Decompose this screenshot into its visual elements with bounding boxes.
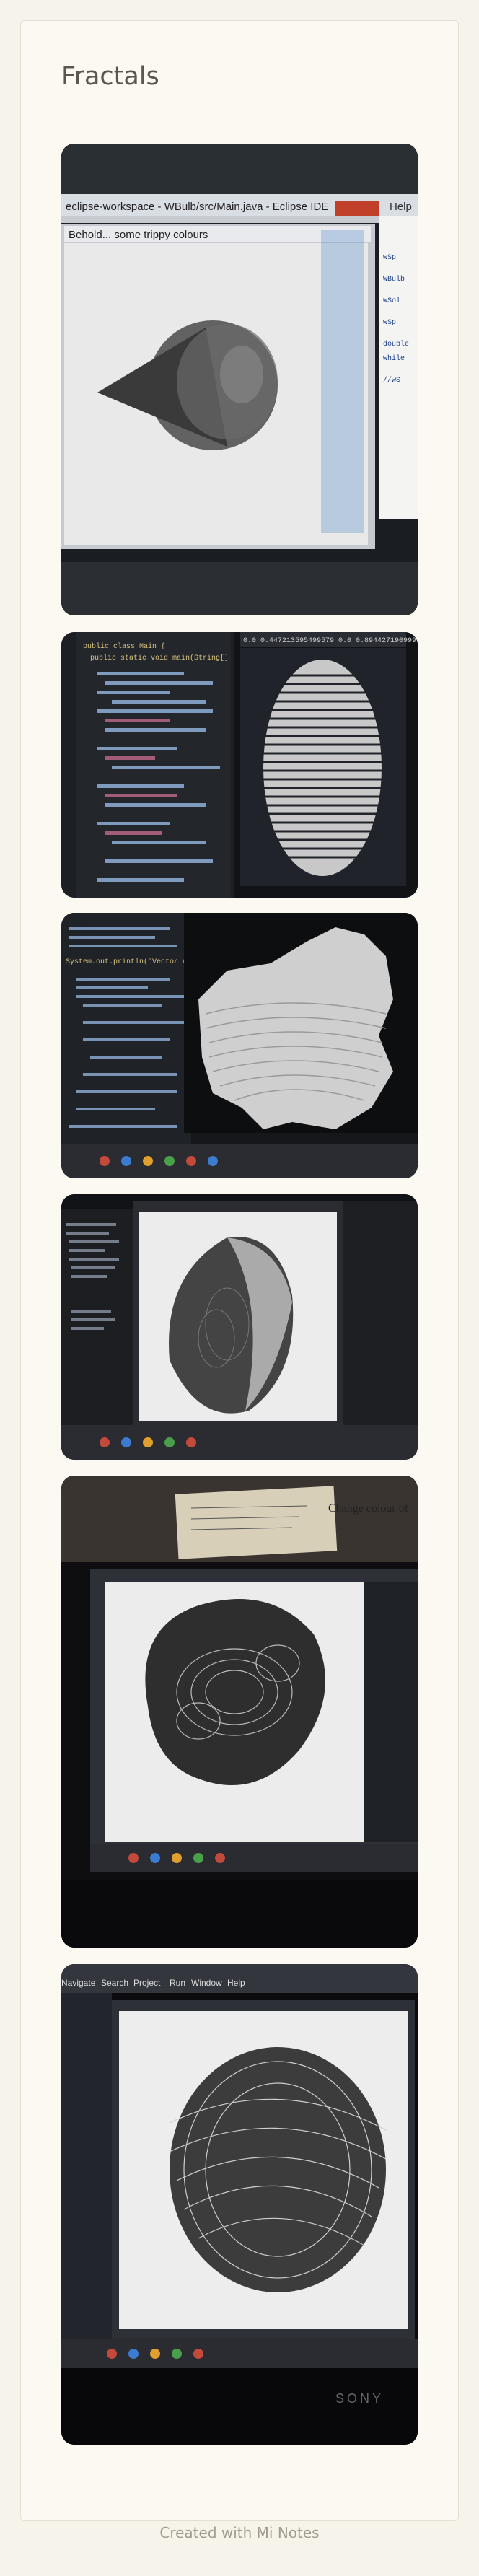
footer-text: Created with Mi Notes <box>159 2524 320 2541</box>
code-line-5: wSp <box>383 254 396 262</box>
class-decl: public class Main { <box>83 642 165 651</box>
code-line-4: while <box>383 354 405 363</box>
menu-navigate: Navigate <box>61 1978 96 1988</box>
photo-organic-shape[interactable]: Change colour of <box>61 1476 418 1948</box>
photo-faceted-shape[interactable] <box>61 1194 418 1460</box>
main-decl: public static void main(String[] <box>90 654 229 662</box>
code-line-6: wSp <box>383 319 396 327</box>
code-line-1: WBulb <box>383 275 405 284</box>
note-title[interactable]: Fractals <box>61 62 159 91</box>
menu-project: Project <box>133 1978 161 1988</box>
photo-organic-shape-image: Change colour of <box>61 1476 418 1948</box>
photo-spherical-shell-image: Navigate Search Project Run Window Help <box>61 1964 418 2445</box>
photo-code-ellipse-image: public class Main { public static void m… <box>61 632 418 898</box>
menu-help: Help <box>390 201 412 213</box>
header-text: 0.0 0.447213595499579 0.0 0.894427190999… <box>243 637 418 645</box>
photo-landscape-fractal-image: System.out.println("Vector diver <box>61 913 418 1178</box>
sony-logo: SONY <box>335 2391 384 2406</box>
code-hint: System.out.println("Vector diver <box>66 958 204 966</box>
photo-faceted-shape-image <box>61 1194 418 1460</box>
code-line-2: wSol <box>383 297 400 305</box>
menu-run: Run <box>170 1978 185 1988</box>
eclipse-title: eclipse-workspace - WBulb/src/Main.java … <box>66 201 328 213</box>
menu-window: Window <box>191 1978 222 1988</box>
menu-help: Help <box>227 1978 245 1988</box>
menu-search: Search <box>101 1978 128 1988</box>
photo-spherical-shell[interactable]: Navigate Search Project Run Window Help <box>61 1964 418 2445</box>
code-line-7: //wS <box>383 376 400 385</box>
photo-landscape-fractal[interactable]: System.out.println("Vector diver <box>61 913 418 1178</box>
sticky-note-text: Change colour of <box>328 1502 409 1515</box>
photo-eclipse-cone-image: eclipse-workspace - WBulb/src/Main.java … <box>61 144 418 615</box>
window-title: Behold... some trippy colours <box>69 229 208 241</box>
photo-eclipse-cone[interactable]: eclipse-workspace - WBulb/src/Main.java … <box>61 144 418 615</box>
photo-code-ellipse[interactable]: public class Main { public static void m… <box>61 632 418 898</box>
code-line-3: double <box>383 340 409 349</box>
